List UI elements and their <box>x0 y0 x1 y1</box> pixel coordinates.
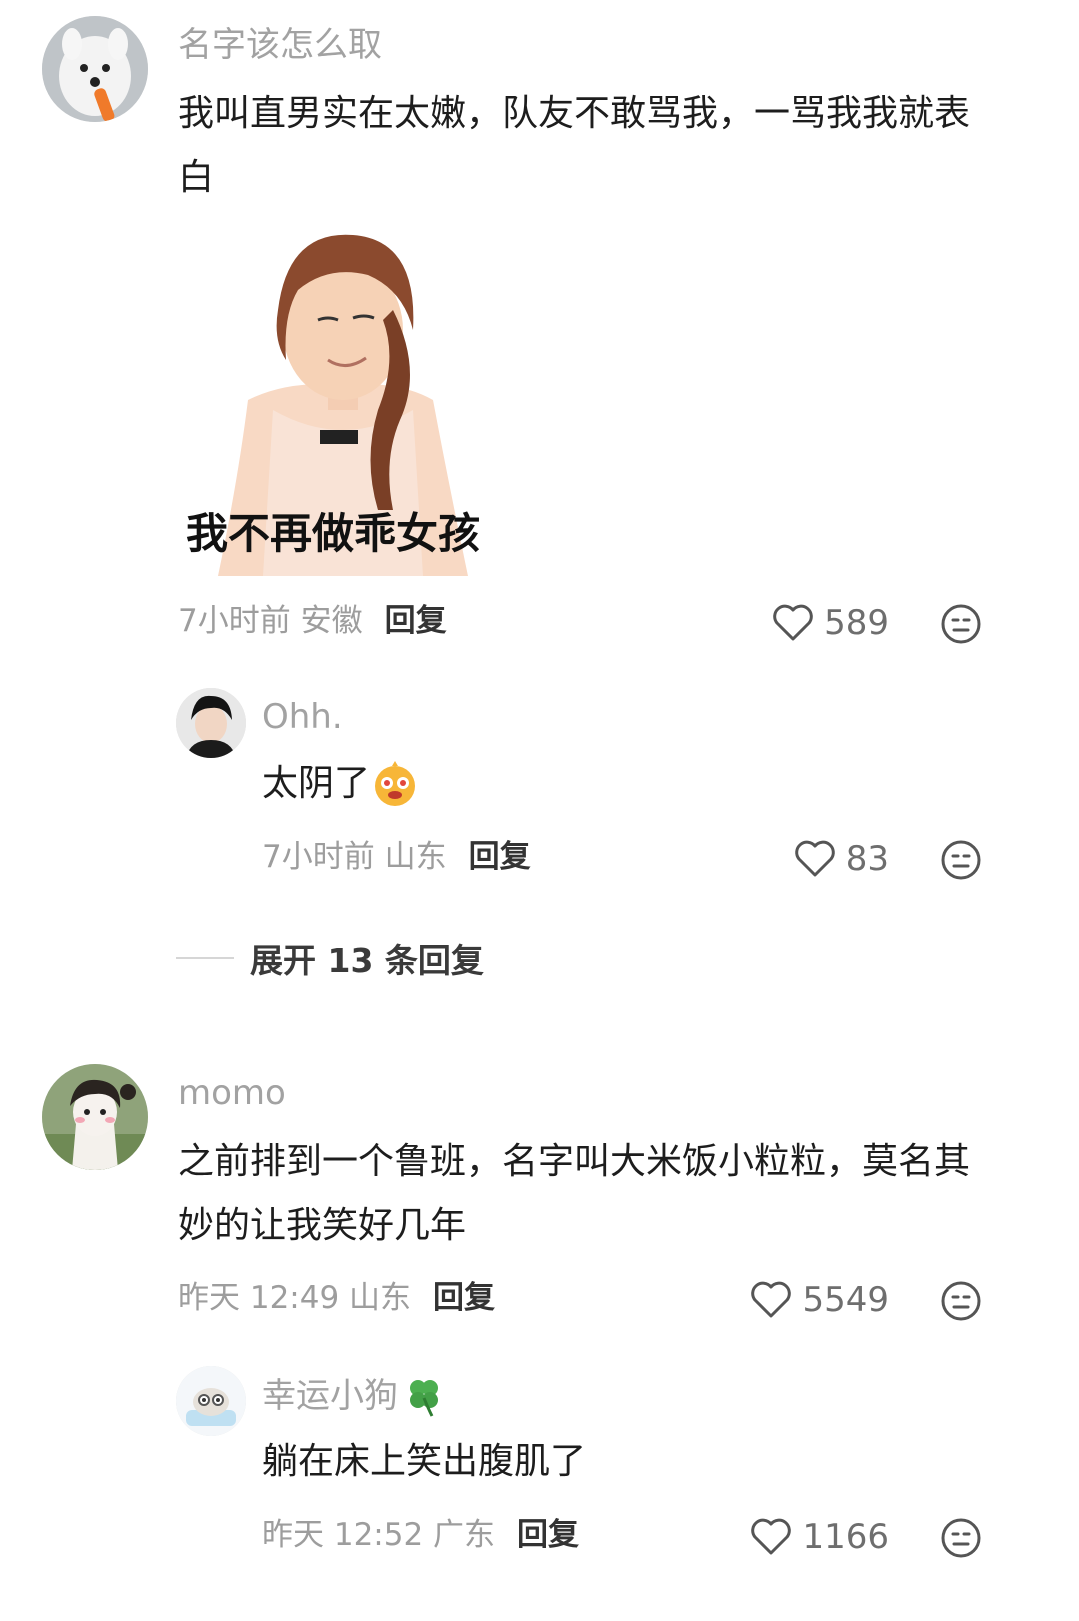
meh-face-icon <box>941 1518 981 1558</box>
like-button[interactable]: 5549 <box>750 1281 889 1319</box>
dislike-button[interactable] <box>940 1280 982 1322</box>
reply-username-row: 幸运小狗 <box>262 1374 446 1418</box>
reply-button[interactable]: 回复 <box>469 839 531 875</box>
starry-eyed-emoji-icon <box>375 761 416 806</box>
reply-meta: 7小时前 山东 回复 <box>262 842 531 873</box>
reply-username[interactable]: 幸运小狗 <box>262 1379 398 1413</box>
divider-line <box>176 957 234 959</box>
reply-button[interactable]: 回复 <box>433 1280 495 1316</box>
four-leaf-clover-icon <box>410 1380 438 1417</box>
avatar[interactable] <box>42 16 148 122</box>
meme-image[interactable]: 我不再做乖女孩 <box>178 220 508 576</box>
heart-outline-icon <box>794 840 835 877</box>
heart-outline-icon <box>773 604 813 641</box>
dislike-button[interactable] <box>940 839 982 881</box>
comment-text: 之前排到一个鲁班，名字叫大米饭小粒粒，莫名其妙的让我笑好几年 <box>178 1141 971 1246</box>
avatar[interactable] <box>42 1064 148 1170</box>
reply-avatar[interactable] <box>176 1366 246 1436</box>
dislike-button[interactable] <box>940 1517 982 1559</box>
expand-replies-button[interactable]: 展开 13 条回复 <box>176 934 484 982</box>
meh-face-icon <box>941 1281 981 1321</box>
like-button[interactable]: 1166 <box>750 1518 889 1556</box>
like-count: 589 <box>824 603 889 643</box>
comment-meta: 7小时前 安徽 回复 <box>178 606 447 637</box>
meme-caption: 我不再做乖女孩 <box>186 509 481 558</box>
reply-text: 躺在床上笑出腹肌了 <box>262 1441 587 1482</box>
username[interactable]: 名字该怎么取 <box>178 28 382 62</box>
like-button[interactable]: 589 <box>772 604 889 642</box>
like-count: 1166 <box>802 1517 889 1557</box>
comment-meta: 昨天 12:49 山东 回复 <box>178 1283 495 1314</box>
reply-meta: 昨天 12:52 广东 回复 <box>262 1520 579 1551</box>
heart-outline-icon <box>751 1518 792 1555</box>
meh-face-icon <box>941 604 981 644</box>
comment-text: 我叫直男实在太嫩，队友不敢骂我，一骂我我就表白 <box>178 93 971 198</box>
timestamp-location: 7小时前 山东 <box>262 839 447 875</box>
reply-button[interactable]: 回复 <box>517 1517 579 1553</box>
reply-text: 太阴了 <box>262 763 371 804</box>
dislike-button[interactable] <box>940 603 982 645</box>
meh-face-icon <box>941 840 981 880</box>
like-count: 5549 <box>802 1280 889 1320</box>
like-count: 83 <box>845 839 889 879</box>
expand-replies-label: 展开 13 条回复 <box>250 941 484 980</box>
like-button[interactable]: 83 <box>794 840 889 878</box>
reply-username[interactable]: Ohh. <box>262 700 343 734</box>
heart-outline-icon <box>751 1281 792 1318</box>
timestamp-location: 昨天 12:52 广东 <box>262 1517 496 1553</box>
timestamp-location: 7小时前 安徽 <box>178 603 363 639</box>
reply-avatar[interactable] <box>176 688 246 758</box>
reply-button[interactable]: 回复 <box>385 603 447 639</box>
timestamp-location: 昨天 12:49 山东 <box>178 1280 412 1316</box>
username[interactable]: momo <box>178 1076 286 1110</box>
reply-text-row: 太阴了 <box>262 752 418 816</box>
